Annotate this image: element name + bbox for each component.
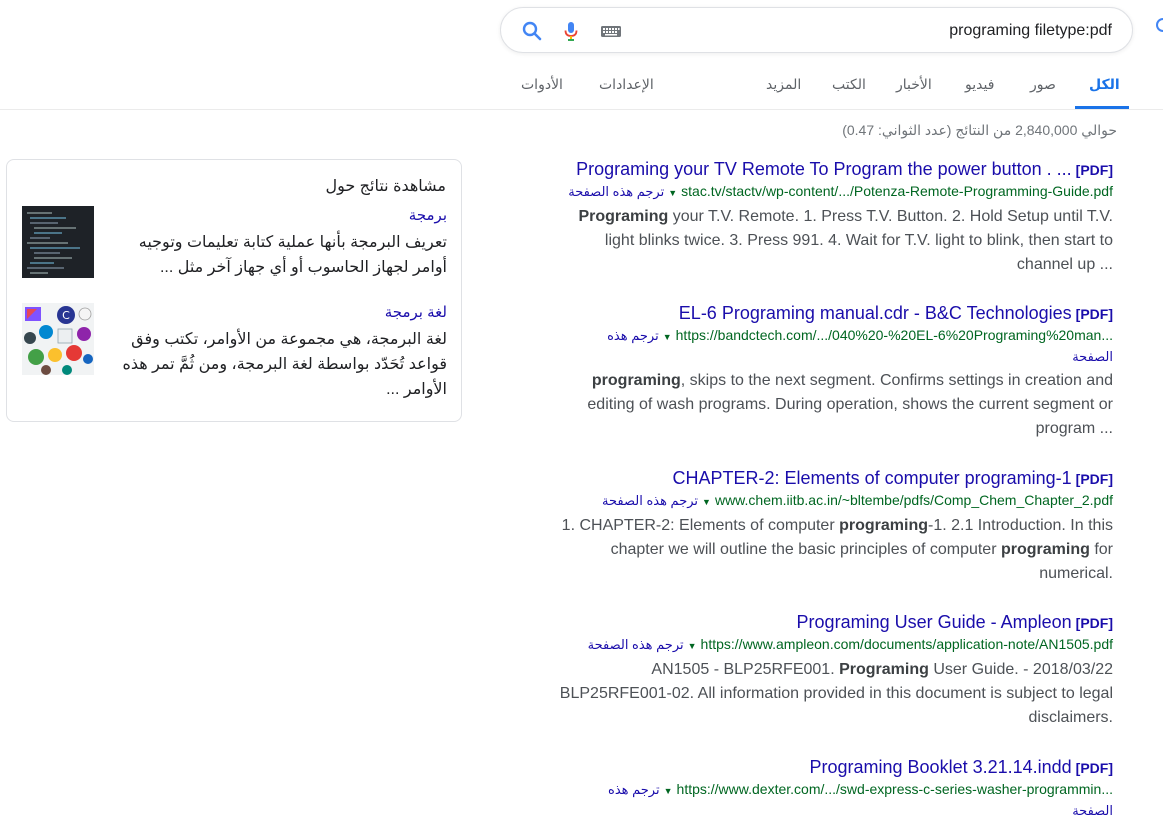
tab-books[interactable]: الكتب <box>832 76 866 93</box>
tab-images[interactable]: صور <box>1030 76 1056 93</box>
caret-down-icon[interactable]: ▼ <box>702 497 711 507</box>
result-stats: حوالي 2,840,000 من النتائج (عدد الثواني:… <box>842 122 1117 138</box>
tab-all[interactable]: الكل <box>1089 76 1120 93</box>
result-url[interactable]: stac.tv/stactv/wp-content/.../Potenza-Re… <box>681 183 1113 199</box>
filetype-badge: [PDF] <box>1075 162 1113 178</box>
panel-item-title[interactable]: لغة برمجة <box>385 303 447 321</box>
panel-item-title[interactable]: برمجة <box>409 206 447 224</box>
result-url-line: https://bandctech.com/.../040%20-%20EL-6… <box>553 325 1113 347</box>
search-tabs: الكل صور فيديو الأخبار الكتب المزيد الإع… <box>0 60 1163 110</box>
translate-link[interactable]: ترجم هذه الصفحة <box>602 493 698 508</box>
tab-settings[interactable]: الإعدادات <box>599 76 654 93</box>
caret-down-icon[interactable]: ▼ <box>663 332 672 342</box>
result-url[interactable]: www.chem.iitb.ac.in/~bltembe/pdfs/Comp_C… <box>715 492 1113 508</box>
translate-link[interactable]: ترجم هذه الصفحة <box>568 184 664 199</box>
result-snippet: programing, skips to the next segment. C… <box>587 372 1113 437</box>
tab-tools[interactable]: الأدوات <box>521 76 563 93</box>
result-url[interactable]: https://bandctech.com/.../040%20-%20EL-6… <box>676 327 1113 343</box>
svg-text:C: C <box>62 309 70 322</box>
see-results-about-panel: مشاهدة نتائج حول برمجة تعريف البرمجة بأن… <box>6 159 462 422</box>
result-title-link[interactable]: CHAPTER-2: Elements of computer programi… <box>553 467 1113 490</box>
active-tab-indicator <box>1075 106 1129 109</box>
search-icon[interactable] <box>520 19 544 43</box>
result-url[interactable]: https://www.dexter.com/.../swd-express-c… <box>677 781 1113 797</box>
search-result: Programing User Guide - Ampleon [PDF] htt… <box>553 611 1113 730</box>
search-result: EL-6 Programing manual.cdr - B&C Technol… <box>553 302 1113 441</box>
code-thumbnail[interactable] <box>22 206 94 278</box>
panel-item-description: تعريف البرمجة بأنها عملية كتابة تعليمات … <box>138 234 447 276</box>
microphone-icon[interactable] <box>559 19 583 43</box>
result-url-line: https://www.dexter.com/.../swd-express-c… <box>553 779 1113 801</box>
filetype-badge: [PDF] <box>1075 760 1113 776</box>
caret-down-icon[interactable]: ▼ <box>668 188 677 198</box>
panel-heading: مشاهدة نتائج حول <box>325 178 446 195</box>
tab-videos[interactable]: فيديو <box>965 76 994 93</box>
filetype-badge: [PDF] <box>1075 471 1113 487</box>
search-result: Programing Booklet 3.21.14.indd [PDF] htt… <box>553 756 1113 821</box>
search-result: CHAPTER-2: Elements of computer programi… <box>553 467 1113 586</box>
result-title-link[interactable]: Programing Booklet 3.21.14.indd [PDF] <box>553 756 1114 779</box>
search-input[interactable] <box>672 20 1112 42</box>
account-icon[interactable] <box>1156 18 1163 32</box>
tab-news[interactable]: الأخبار <box>896 76 932 93</box>
translate-link-continued[interactable]: الصفحة <box>553 801 1113 821</box>
translate-link[interactable]: ترجم هذه <box>608 782 660 797</box>
panel-item[interactable]: لغة برمجة لغة البرمجة، هي مجموعة من الأو… <box>22 303 447 408</box>
caret-down-icon[interactable]: ▼ <box>664 786 673 796</box>
translate-link[interactable]: ترجم هذه <box>607 328 659 343</box>
tab-more[interactable]: المزيد <box>766 76 801 93</box>
result-url-line: stac.tv/stactv/wp-content/.../Potenza-Re… <box>553 181 1113 203</box>
result-url-line: www.chem.iitb.ac.in/~bltembe/pdfs/Comp_C… <box>553 490 1113 512</box>
result-title-link[interactable]: EL-6 Programing manual.cdr - B&C Technol… <box>553 302 1113 325</box>
result-title-link[interactable]: Programing your TV Remote To Program the… <box>553 158 1113 181</box>
filetype-badge: [PDF] <box>1075 615 1113 631</box>
caret-down-icon[interactable]: ▼ <box>688 641 697 651</box>
result-snippet: 1. CHAPTER-2: Elements of computer progr… <box>561 517 1113 582</box>
filetype-badge: [PDF] <box>1075 306 1113 322</box>
panel-item[interactable]: برمجة تعريف البرمجة بأنها عملية كتابة تع… <box>22 206 447 286</box>
result-snippet: AN1505 - BLP25RFE001. Programing User Gu… <box>559 661 1113 726</box>
result-title-link[interactable]: Programing User Guide - Ampleon [PDF] <box>553 611 1113 634</box>
translate-link-continued[interactable]: الصفحة <box>553 347 1113 367</box>
translate-link[interactable]: ترجم هذه الصفحة <box>588 637 684 652</box>
result-snippet: Programing your T.V. Remote. 1. Press T.… <box>578 208 1113 273</box>
result-url[interactable]: https://www.ampleon.com/documents/applic… <box>701 636 1113 652</box>
programming-languages-thumbnail[interactable]: C <box>22 303 94 375</box>
search-result: Programing your TV Remote To Program the… <box>553 158 1113 277</box>
keyboard-icon[interactable] <box>599 19 623 43</box>
result-url-line: https://www.ampleon.com/documents/applic… <box>553 634 1113 656</box>
search-box[interactable] <box>500 7 1133 53</box>
panel-item-description: لغة البرمجة، هي مجموعة من الأوامر، تكتب … <box>122 331 447 398</box>
